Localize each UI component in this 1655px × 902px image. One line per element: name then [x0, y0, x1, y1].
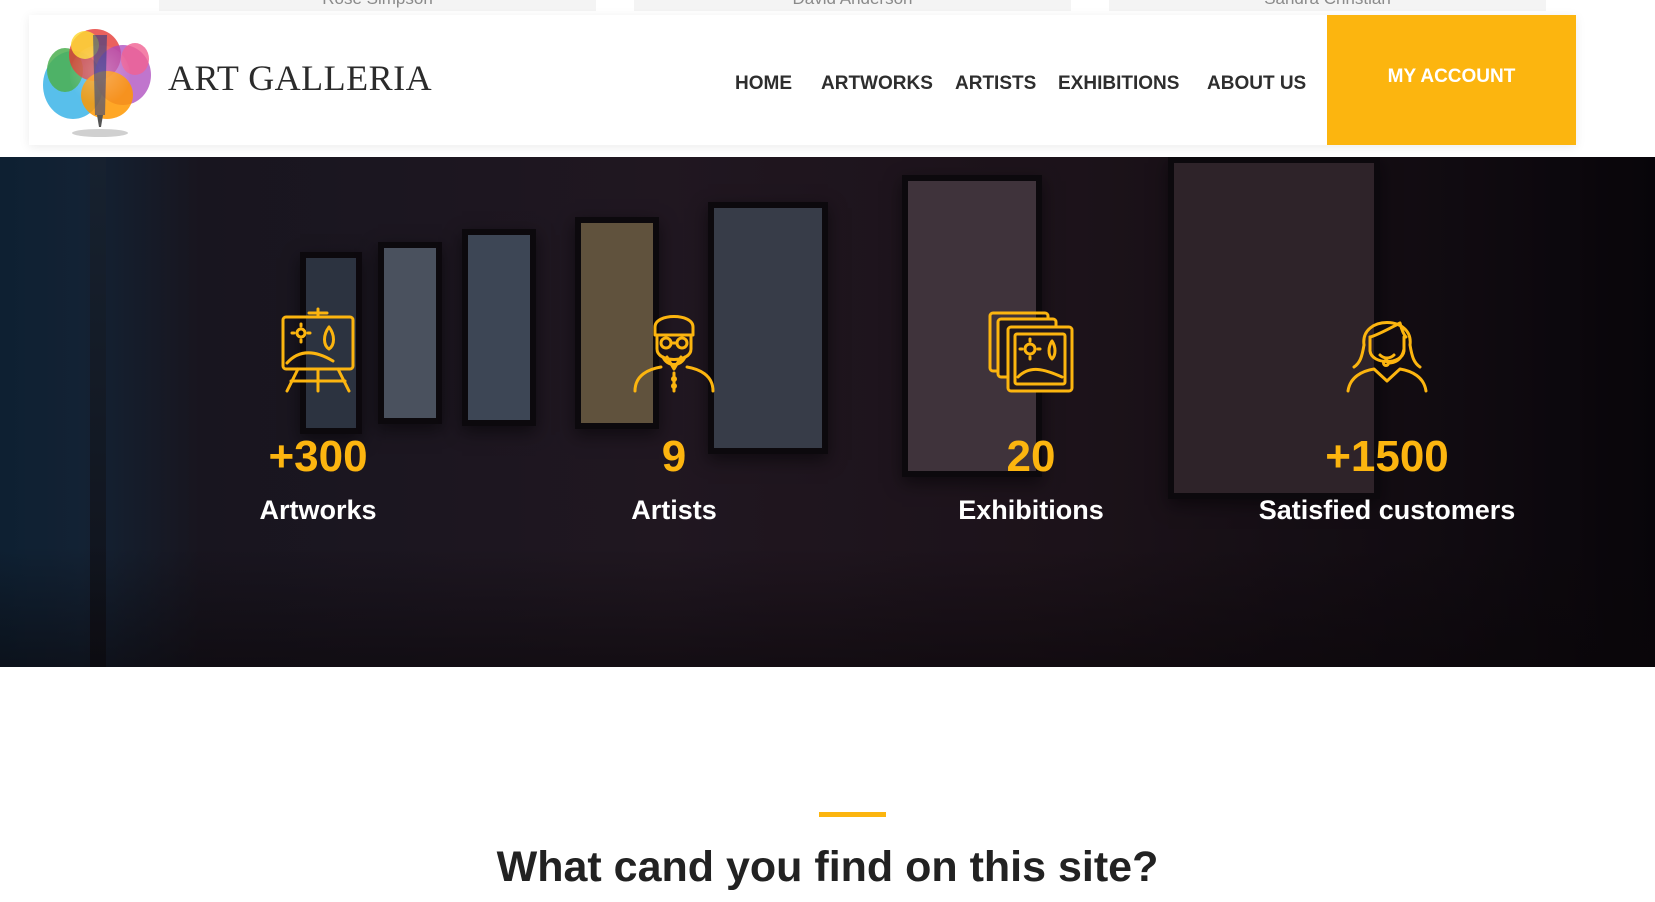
nav-artworks[interactable]: ARTWORKS — [821, 73, 933, 95]
stat-label: Artists — [631, 495, 717, 525]
art-galleria-logo[interactable] — [35, 15, 165, 145]
picture-gallery-icon — [988, 311, 1074, 393]
team-card: David Anderson — [634, 0, 1071, 11]
stats-section: +300 Artworks 9 Artists 20 Exhibitions +… — [0, 157, 1655, 667]
team-card: Sandra Christian — [1109, 0, 1546, 11]
stat-label: Satisfied customers — [1258, 495, 1516, 525]
nav-exhibitions[interactable]: EXHIBITIONS — [1058, 73, 1179, 95]
team-member-name: David Anderson — [634, 0, 1071, 9]
stat-label: Exhibitions — [958, 495, 1104, 525]
nav-home[interactable]: HOME — [735, 73, 792, 95]
section-title: What cand you find on this site? — [496, 843, 1159, 891]
stat-value: +300 — [268, 432, 368, 481]
site-header: ART GALLERIA HOME ARTWORKS ARTISTS EXHIB… — [29, 15, 1576, 145]
section-divider — [819, 812, 886, 817]
customer-support-icon — [1346, 321, 1428, 393]
easel-painting-icon — [281, 307, 355, 393]
background-floor — [0, 547, 1655, 667]
stat-value: 20 — [1006, 432, 1056, 481]
stat-label: Artworks — [259, 495, 377, 525]
nav-artists[interactable]: ARTISTS — [955, 73, 1036, 95]
previous-section-strip: Rose Simpson David Anderson Sandra Chris… — [0, 0, 1655, 16]
stat-value: 9 — [661, 432, 687, 481]
artist-avatar-icon — [633, 315, 715, 393]
team-card: Rose Simpson — [159, 0, 596, 11]
nav-about-us[interactable]: ABOUT US — [1207, 73, 1306, 95]
team-member-name: Sandra Christian — [1109, 0, 1546, 9]
my-account-button[interactable]: MY ACCOUNT — [1327, 15, 1576, 145]
team-member-name: Rose Simpson — [159, 0, 596, 9]
brand-name[interactable]: ART GALLERIA — [168, 57, 432, 99]
stat-value: +1500 — [1325, 432, 1449, 481]
